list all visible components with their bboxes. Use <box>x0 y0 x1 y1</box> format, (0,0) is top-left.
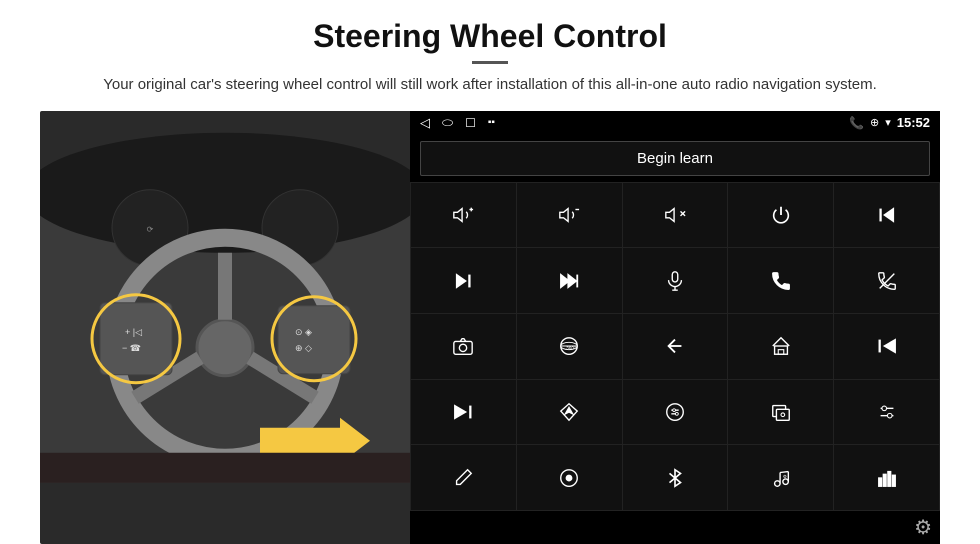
next-button[interactable] <box>411 248 516 313</box>
wifi-status-icon: ▾ <box>885 116 891 129</box>
icon-grid: 360° <box>410 182 940 512</box>
music-button[interactable]: ⚙ <box>728 445 833 510</box>
pen-button[interactable] <box>411 445 516 510</box>
svg-text:⚙: ⚙ <box>783 474 788 479</box>
camera-360-button[interactable]: 360° <box>517 314 622 379</box>
power-button[interactable] <box>728 183 833 248</box>
bluetooth-button[interactable] <box>623 445 728 510</box>
nav-button[interactable] <box>517 380 622 445</box>
status-bar: ◁ ⬭ ☐ ▪▪ 📞 ⊕ ▾ 15:52 <box>410 111 940 135</box>
steering-wheel-photo: ⟳ + |◁ − ☎ ⊙ ◈ ⊕ ◇ <box>40 111 410 544</box>
time-display: 15:52 <box>897 115 930 130</box>
camera-button[interactable] <box>411 314 516 379</box>
back-nav-icon[interactable]: ◁ <box>420 115 430 131</box>
page-subtitle: Your original car's steering wheel contr… <box>103 74 877 97</box>
mic-button[interactable] <box>623 248 728 313</box>
mute-button[interactable] <box>623 183 728 248</box>
svg-text:⟳: ⟳ <box>147 224 154 233</box>
skip-back-button[interactable] <box>834 314 939 379</box>
home-button[interactable] <box>728 314 833 379</box>
fast-forward-button[interactable] <box>517 248 622 313</box>
page-title: Steering Wheel Control <box>313 18 667 55</box>
svg-text:− ☎: − ☎ <box>122 342 141 352</box>
settings-row: ⚙ <box>410 511 940 544</box>
steering-wheel-svg: ⟳ + |◁ − ☎ ⊙ ◈ ⊕ ◇ <box>40 111 410 544</box>
title-divider <box>472 61 508 64</box>
prev-track-button[interactable] <box>834 183 939 248</box>
vol-up-button[interactable] <box>411 183 516 248</box>
status-right-icons: 📞 ⊕ ▾ 15:52 <box>849 115 930 130</box>
recents-icon[interactable]: ☐ <box>465 116 476 130</box>
status-nav-icons: ◁ ⬭ ☐ ▪▪ <box>420 115 495 131</box>
svg-text:⊕ ◇: ⊕ ◇ <box>295 342 312 352</box>
home-oval-icon[interactable]: ⬭ <box>442 115 453 131</box>
svg-text:360°: 360° <box>566 346 576 351</box>
svg-text:⊙ ◈: ⊙ ◈ <box>295 326 312 336</box>
skip-forward-button[interactable] <box>411 380 516 445</box>
content-row: ⟳ + |◁ − ☎ ⊙ ◈ ⊕ ◇ <box>40 111 940 544</box>
hang-up-button[interactable] <box>834 248 939 313</box>
begin-learn-button[interactable]: Begin learn <box>420 141 930 176</box>
equalizer-bars-button[interactable] <box>834 445 939 510</box>
signal-icon: ▪▪ <box>488 117 495 128</box>
phone-status-icon: 📞 <box>849 116 864 130</box>
location-status-icon: ⊕ <box>870 116 879 129</box>
vol-down-button[interactable] <box>517 183 622 248</box>
settings-icon[interactable]: ⚙ <box>914 515 932 540</box>
phone-button[interactable] <box>728 248 833 313</box>
tune-button[interactable] <box>834 380 939 445</box>
begin-learn-row: Begin learn <box>410 135 940 182</box>
media-button[interactable] <box>728 380 833 445</box>
eq-button[interactable] <box>623 380 728 445</box>
android-ui-panel: ◁ ⬭ ☐ ▪▪ 📞 ⊕ ▾ 15:52 Begin learn <box>410 111 940 544</box>
circle-dot-button[interactable] <box>517 445 622 510</box>
svg-text:+ |◁: + |◁ <box>125 326 142 336</box>
back-arrow-button[interactable] <box>623 314 728 379</box>
